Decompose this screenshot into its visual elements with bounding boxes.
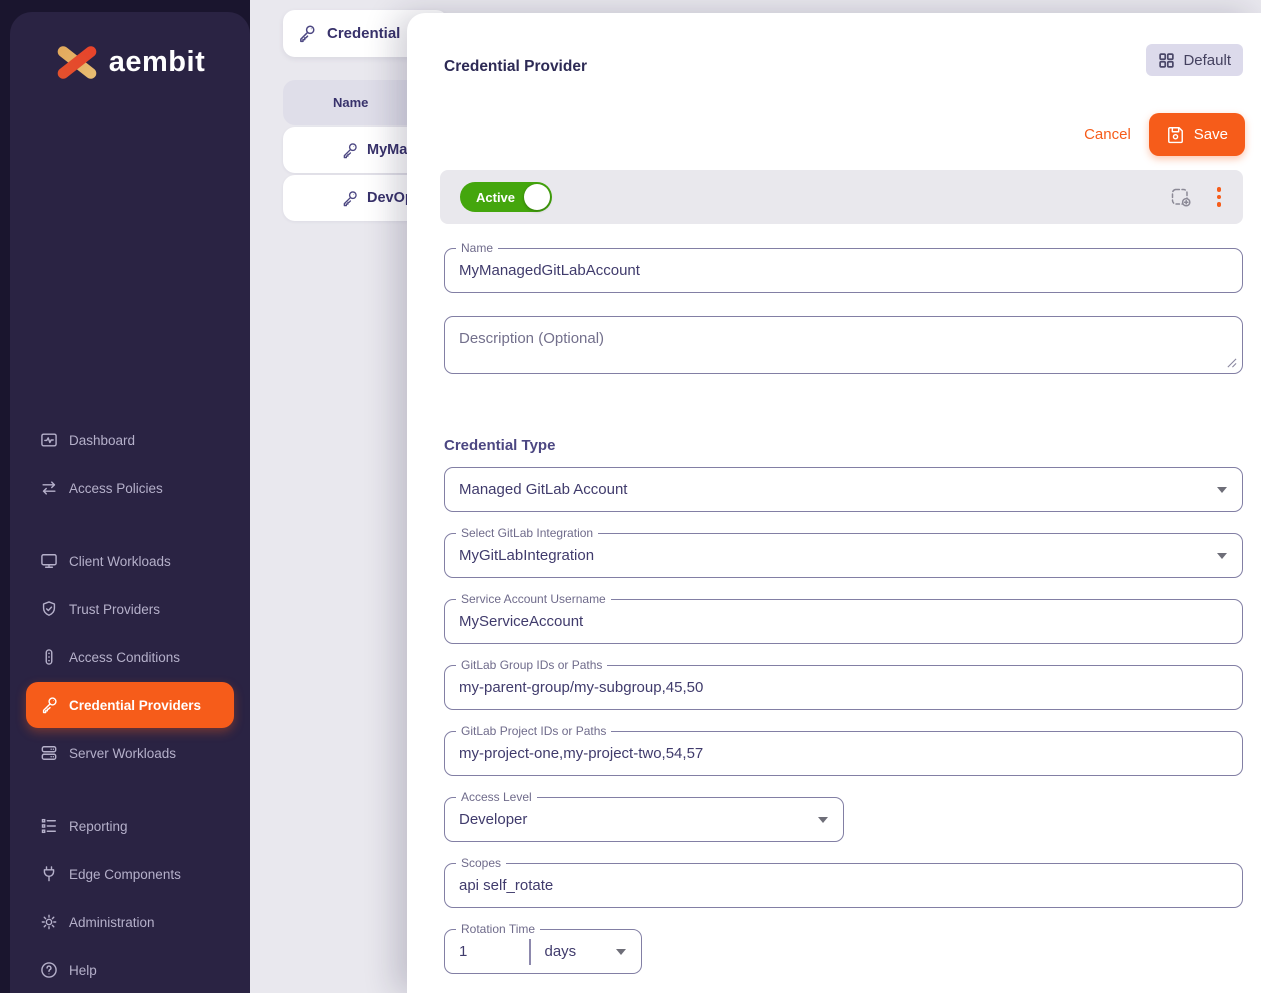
gitlab-project-ids-field: GitLab Project IDs or Paths: [444, 731, 1243, 776]
status-bar: Active: [440, 170, 1243, 224]
sidebar-item-label: Dashboard: [69, 433, 135, 448]
resize-handle-icon[interactable]: [1226, 357, 1237, 368]
sidebar-item-credential-providers[interactable]: Credential Providers: [26, 682, 234, 728]
key-icon: [340, 189, 359, 208]
sidebar-item-help[interactable]: Help: [10, 946, 250, 993]
sidebar-item-label: Server Workloads: [69, 746, 176, 761]
sidebar-item-server-workloads[interactable]: Server Workloads: [10, 729, 250, 777]
sidebar-item-client-workloads[interactable]: Client Workloads: [10, 537, 250, 585]
drawer-body: Active Name: [407, 170, 1261, 974]
sidebar-item-label: Reporting: [69, 819, 128, 834]
sidebar-nav: Dashboard Access Policies Client Workloa…: [10, 416, 250, 993]
tab-label: Credential: [327, 25, 400, 42]
gitlab-integration-select[interactable]: Select GitLab Integration MyGitLabIntegr…: [444, 533, 1243, 578]
dashboard-icon: [39, 430, 59, 450]
sidebar-item-administration[interactable]: Administration: [10, 898, 250, 946]
service-account-username-input[interactable]: [445, 600, 1242, 643]
gitlab-integration-value: MyGitLabIntegration: [445, 547, 1217, 564]
sidebar-item-reporting[interactable]: Reporting: [10, 802, 250, 850]
sidebar-item-access-policies[interactable]: Access Policies: [10, 464, 250, 512]
description-input[interactable]: [445, 317, 1242, 373]
save-button-label: Save: [1194, 126, 1228, 143]
active-toggle-label: Active: [476, 190, 515, 205]
gitlab-group-ids-field: GitLab Group IDs or Paths: [444, 665, 1243, 710]
server-stack-icon: [39, 743, 59, 763]
sidebar-item-label: Client Workloads: [69, 554, 171, 569]
scopes-input[interactable]: [445, 864, 1242, 907]
gitlab-integration-label: Select GitLab Integration: [456, 526, 598, 540]
sidebar-item-label: Edge Components: [69, 867, 181, 882]
sidebar-item-access-conditions[interactable]: Access Conditions: [10, 633, 250, 681]
chevron-down-icon: [1217, 553, 1227, 559]
add-tag-icon[interactable]: [1169, 185, 1193, 209]
active-toggle[interactable]: Active: [460, 182, 552, 212]
gear-icon: [39, 912, 59, 932]
logo-wordmark: aembit: [109, 46, 205, 79]
credential-provider-drawer: Credential Provider Default Cancel S: [407, 13, 1261, 993]
gitlab-group-ids-label: GitLab Group IDs or Paths: [456, 658, 607, 672]
sidebar-item-label: Access Policies: [69, 481, 163, 496]
aembit-logo: aembit: [10, 12, 250, 82]
rotation-time-unit-value: days: [531, 943, 617, 960]
gitlab-group-ids-input[interactable]: [445, 666, 1242, 709]
sidebar-item-label: Administration: [69, 915, 155, 930]
column-header-label: Name: [333, 95, 368, 110]
monitor-icon: [39, 551, 59, 571]
credential-type-value: Managed GitLab Account: [445, 481, 1217, 498]
drawer-title: Credential Provider: [444, 58, 587, 76]
save-floppy-icon: [1166, 125, 1185, 144]
gitlab-project-ids-input[interactable]: [445, 732, 1242, 775]
rotation-time-field: Rotation Time days: [444, 929, 642, 974]
sidebar-item-edge-components[interactable]: Edge Components: [10, 850, 250, 898]
name-input[interactable]: [445, 249, 1242, 292]
gitlab-project-ids-label: GitLab Project IDs or Paths: [456, 724, 611, 738]
sidebar-item-label: Access Conditions: [69, 650, 180, 665]
toggle-knob: [524, 184, 550, 210]
access-level-select[interactable]: Access Level Developer: [444, 797, 844, 842]
main-content-area: Credential Name MyMan DevOp Credential P…: [250, 0, 1261, 993]
chevron-down-icon: [818, 817, 828, 823]
default-button-label: Default: [1183, 52, 1231, 69]
save-button[interactable]: Save: [1149, 113, 1245, 156]
chevron-down-icon[interactable]: [616, 949, 626, 955]
sidebar-item-label: Credential Providers: [69, 698, 201, 713]
help-circle-icon: [39, 960, 59, 980]
description-field-wrapper: [444, 316, 1243, 374]
service-account-username-field: Service Account Username: [444, 599, 1243, 644]
grid-icon: [1158, 52, 1175, 69]
default-view-button[interactable]: Default: [1146, 44, 1243, 76]
aembit-x-mark-icon: [55, 42, 99, 82]
key-icon: [340, 141, 359, 160]
name-field-wrapper: Name: [444, 248, 1243, 293]
cancel-button[interactable]: Cancel: [1084, 126, 1131, 143]
sidebar-item-trust-providers[interactable]: Trust Providers: [10, 585, 250, 633]
traffic-light-icon: [39, 647, 59, 667]
drawer-form: Name Credential Type Managed GitLab Acco…: [407, 224, 1261, 974]
key-icon: [39, 695, 59, 715]
service-account-username-label: Service Account Username: [456, 592, 611, 606]
access-level-value: Developer: [445, 811, 818, 828]
name-field-label: Name: [456, 241, 498, 255]
kebab-menu-icon[interactable]: [1215, 185, 1224, 209]
status-bar-icons: [1169, 185, 1224, 209]
rotation-time-input[interactable]: [445, 930, 529, 973]
shield-check-icon: [39, 599, 59, 619]
sidebar: aembit Dashboard Access Policies: [10, 12, 250, 993]
rotation-time-label: Rotation Time: [456, 922, 540, 936]
sidebar-item-label: Help: [69, 963, 97, 978]
credential-type-heading: Credential Type: [444, 437, 1243, 454]
access-level-label: Access Level: [456, 790, 537, 804]
transfer-arrows-icon: [39, 478, 59, 498]
scopes-field: Scopes: [444, 863, 1243, 908]
report-list-icon: [39, 816, 59, 836]
key-icon: [296, 23, 317, 44]
scopes-label: Scopes: [456, 856, 506, 870]
chevron-down-icon: [1217, 487, 1227, 493]
drawer-actions: Cancel Save: [1084, 113, 1245, 156]
sidebar-item-label: Trust Providers: [69, 602, 160, 617]
plug-icon: [39, 864, 59, 884]
sidebar-item-dashboard[interactable]: Dashboard: [10, 416, 250, 464]
credential-type-select[interactable]: Managed GitLab Account: [444, 467, 1243, 512]
